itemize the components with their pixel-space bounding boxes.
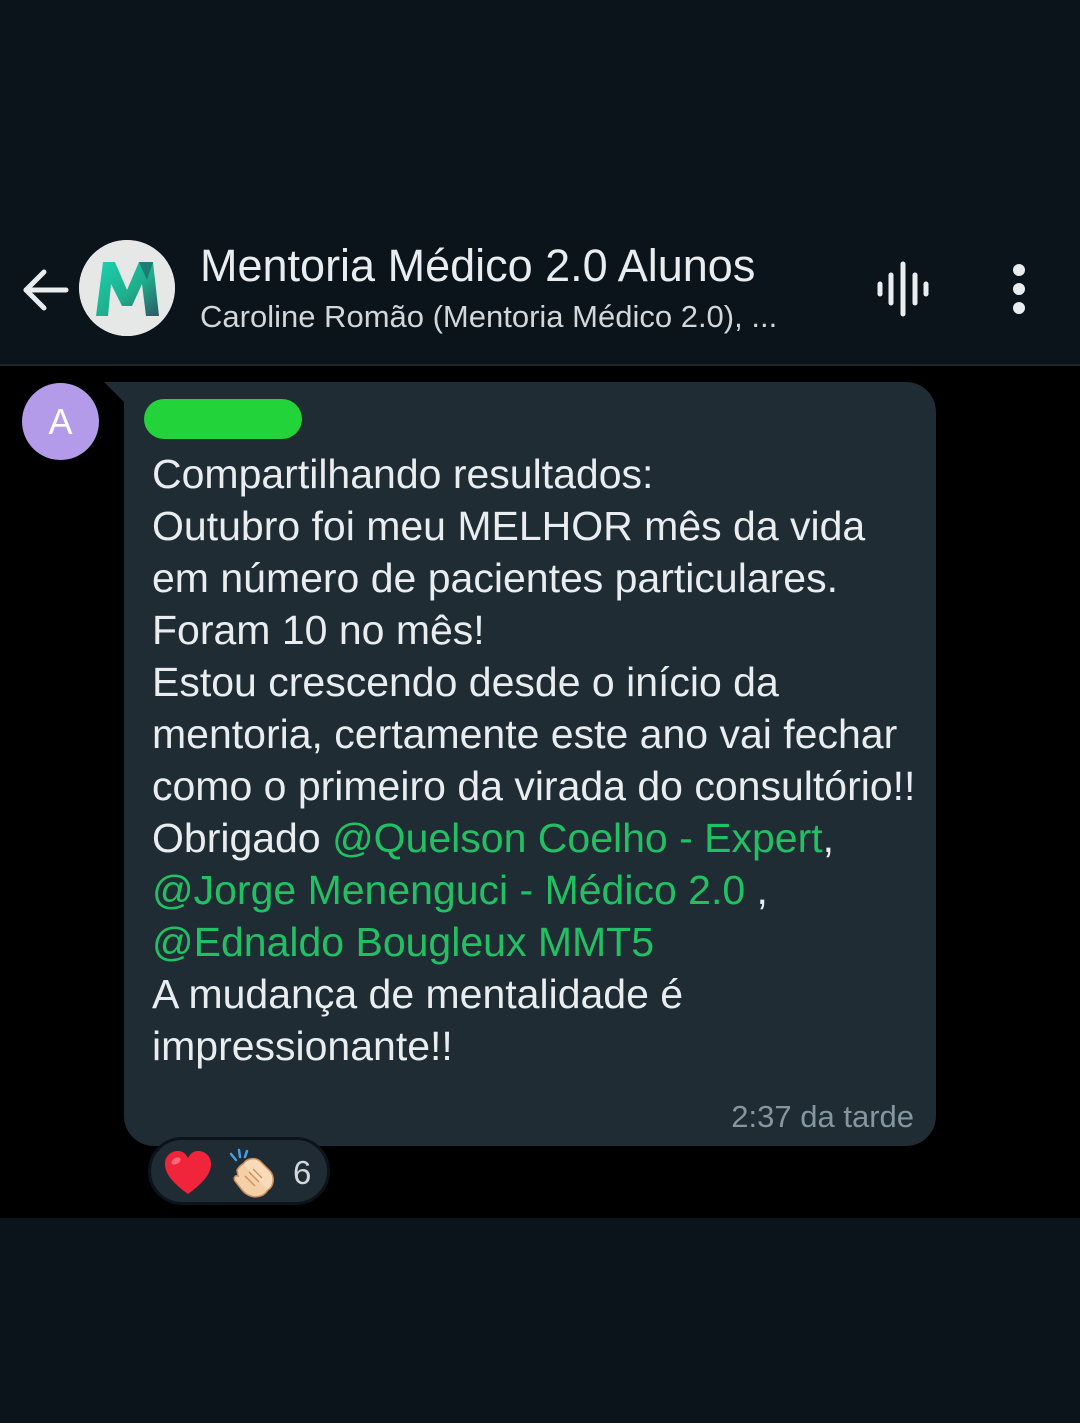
arrow-left-icon — [23, 269, 69, 311]
heart-emoji-icon — [165, 1151, 211, 1194]
voice-call-waveform-icon — [877, 261, 929, 317]
clapping-hands-emoji-icon — [229, 1148, 274, 1198]
group-participants[interactable]: Caroline Romão (Mentoria Médico 2.0), ..… — [200, 298, 777, 336]
message-timestamp: 2:37 da tarde — [731, 1099, 914, 1134]
message-text-segment: Compartilhando resultados: Outubro foi m… — [152, 451, 916, 861]
mention-link[interactable]: @Jorge Menenguci - Médico 2.0 — [152, 867, 745, 913]
sender-avatar[interactable]: A — [22, 383, 99, 460]
more-options-button[interactable] — [996, 258, 1042, 320]
back-button[interactable] — [18, 262, 74, 318]
group-logo-icon — [79, 240, 175, 336]
mention-link[interactable]: @Quelson Coelho - Expert — [332, 815, 823, 861]
message-text-segment: , — [822, 815, 835, 861]
group-avatar[interactable] — [79, 240, 175, 336]
reaction-count: 6 — [293, 1154, 312, 1191]
message-text-segment: , — [756, 867, 768, 913]
bottom-area — [0, 1218, 1080, 1423]
group-title[interactable]: Mentoria Médico 2.0 Alunos — [200, 240, 755, 292]
message-text: Compartilhando resultados: Outubro foi m… — [152, 448, 922, 1072]
voice-chat-button[interactable] — [872, 258, 934, 320]
message-bubble[interactable]: Compartilhando resultados: Outubro foi m… — [124, 382, 936, 1146]
message-text-segment: A mudança de mentalidade é impressionant… — [152, 971, 684, 1069]
mention-link[interactable]: @Ednaldo Bougleux MMT5 — [152, 919, 654, 965]
chat-header: Mentoria Médico 2.0 Alunos Caroline Romã… — [0, 218, 1080, 366]
more-vertical-icon — [1013, 264, 1025, 314]
status-bar-area — [0, 0, 1080, 218]
sender-name-redacted[interactable] — [144, 399, 302, 439]
reactions-pill[interactable]: 6 — [148, 1137, 330, 1205]
